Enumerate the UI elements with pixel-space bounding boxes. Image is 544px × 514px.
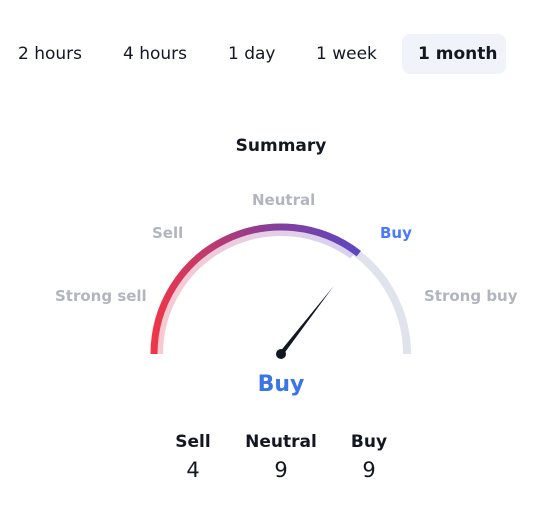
count-buy: Buy 9 <box>324 432 414 482</box>
count-sell-label: Sell <box>175 432 211 452</box>
count-buy-label: Buy <box>350 432 388 452</box>
count-buy-value: 9 <box>362 458 376 482</box>
count-neutral-label: Neutral <box>245 432 317 452</box>
gauge-fill-inner <box>157 230 354 355</box>
gauge-needle-hub <box>276 349 286 359</box>
count-sell-value: 4 <box>186 458 200 482</box>
count-neutral: Neutral 9 <box>236 432 326 482</box>
count-sell: Sell 4 <box>148 432 238 482</box>
gauge-needle <box>279 286 334 356</box>
summary-verdict: Buy <box>257 372 305 397</box>
gauge-track <box>151 224 411 355</box>
gauge-fill-outer <box>150 223 361 355</box>
count-neutral-value: 9 <box>274 458 288 482</box>
